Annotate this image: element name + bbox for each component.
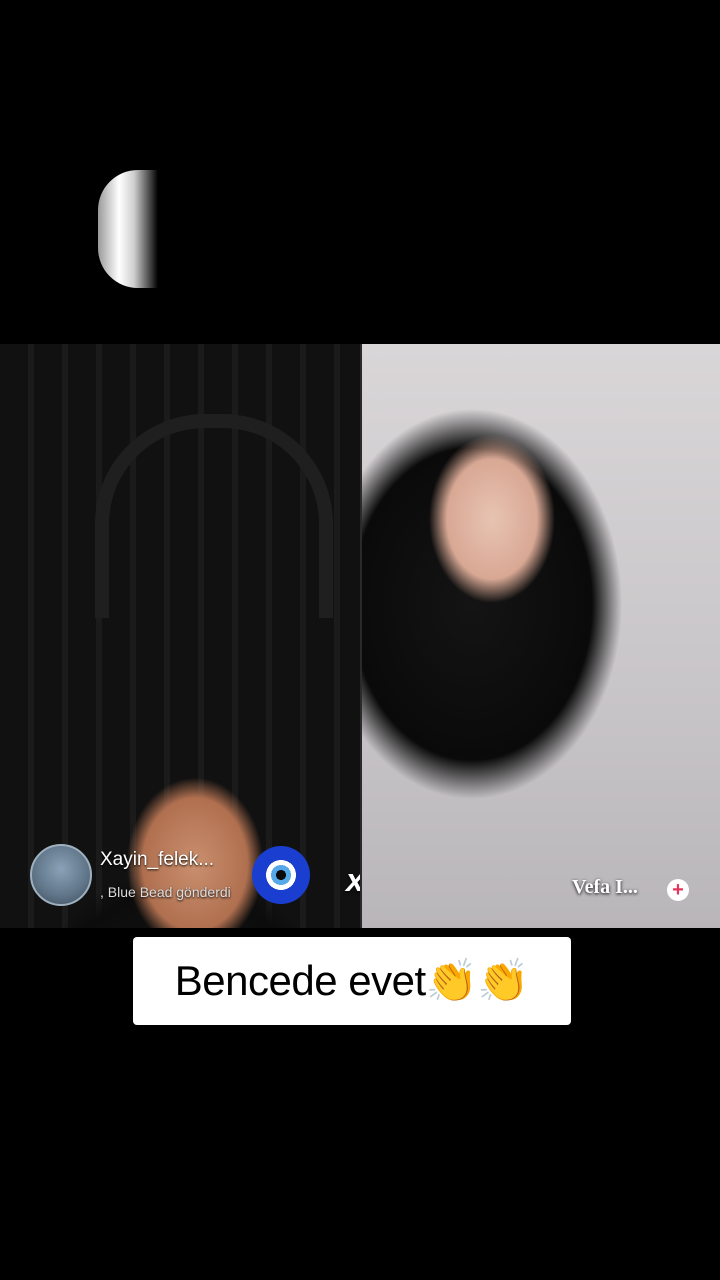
caption-box: Bencede evet👏👏 <box>133 937 571 1025</box>
right-streamer-video[interactable]: Vefa I... + <box>362 344 720 928</box>
headphones-shape <box>95 414 333 618</box>
blue-bead-icon <box>252 846 310 904</box>
gift-message: , Blue Bead gönderdi <box>100 884 231 900</box>
live-battle-view: Xayin_felek... , Blue Bead gönderdi x1 V… <box>0 344 720 928</box>
streamer-name-tag[interactable]: Vefa I... <box>572 876 638 899</box>
left-streamer-video[interactable]: Xayin_felek... , Blue Bead gönderdi x1 <box>0 344 360 928</box>
blurred-overlay-shape <box>98 170 158 288</box>
gift-count: x1 <box>346 862 360 899</box>
follow-button[interactable]: + <box>667 879 689 901</box>
gifter-username: Xayin_felek... <box>100 849 215 870</box>
caption-text: Bencede evet👏👏 <box>174 956 530 1004</box>
gifter-avatar[interactable] <box>30 844 92 906</box>
gift-notification: Xayin_felek... , Blue Bead gönderdi x1 <box>30 844 360 908</box>
